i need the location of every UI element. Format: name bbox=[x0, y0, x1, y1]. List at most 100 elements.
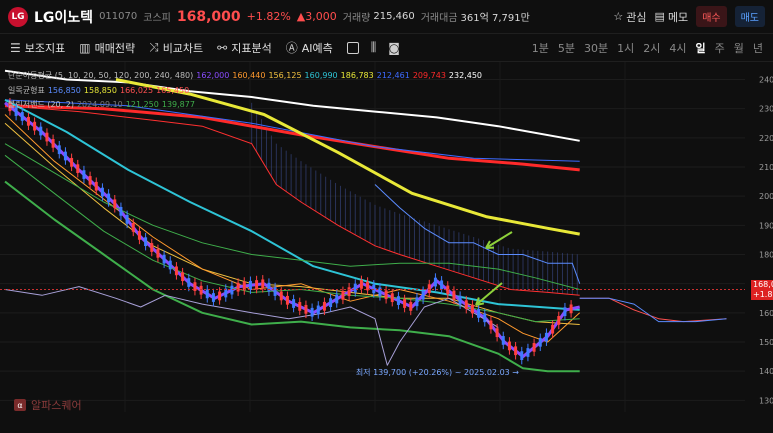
candle-body bbox=[501, 336, 505, 345]
tf-2h[interactable]: 2시 bbox=[643, 40, 660, 56]
amount-label: 거래대금 bbox=[420, 13, 458, 24]
candle-body bbox=[298, 302, 302, 311]
candle-body bbox=[199, 285, 203, 295]
header-bar: LG LG이노텍 011070 코스피 168,000 +1.82% ▲3,00… bbox=[0, 0, 773, 34]
y-tick-label: 230.0 bbox=[759, 105, 773, 114]
candle-body bbox=[520, 351, 524, 360]
alpha-icon: α bbox=[14, 399, 26, 411]
candle-body bbox=[458, 295, 462, 305]
candle-body bbox=[162, 254, 166, 264]
buy-button[interactable]: 매수 bbox=[696, 6, 727, 27]
tf-30min[interactable]: 30분 bbox=[584, 40, 608, 56]
tool-indicators[interactable]: ☰ 보조지표 bbox=[10, 40, 65, 56]
chart-svg[interactable]: 240.0230.0220.0210.0200.0190.0180.0170.0… bbox=[0, 62, 773, 433]
legend-title: 볼린저밴드 (20, 2) bbox=[8, 100, 74, 109]
candle-body bbox=[100, 187, 104, 197]
candle-body bbox=[335, 294, 339, 304]
tool-strategy[interactable]: ▥ 매매전략 bbox=[79, 40, 135, 56]
candle-body bbox=[88, 176, 92, 185]
watermark: α 알파스퀘어 bbox=[14, 397, 82, 413]
tf-year[interactable]: 년 bbox=[753, 40, 763, 56]
amount-value: 361억 7,791만 bbox=[460, 13, 530, 24]
legend-value: 165,450 bbox=[156, 86, 190, 95]
volume-value: 215,460 bbox=[373, 11, 415, 22]
candle-body bbox=[415, 297, 419, 307]
candle-body bbox=[347, 287, 351, 297]
y-tick-label: 180.0 bbox=[759, 251, 773, 260]
change-amount: ▲3,000 bbox=[296, 10, 337, 23]
low-annotation: 최저 139,700 (+20.26%) ~ 2025.02.03 → bbox=[356, 367, 519, 377]
candle-body bbox=[359, 280, 363, 289]
candle-body bbox=[131, 223, 135, 232]
memo-button[interactable]: ▤ 메모 bbox=[655, 9, 689, 25]
candle-body bbox=[316, 305, 320, 315]
candle-body bbox=[218, 291, 222, 301]
candle-body bbox=[452, 290, 456, 300]
candle-body bbox=[403, 299, 407, 308]
stock-name[interactable]: LG이노텍 bbox=[34, 7, 93, 27]
candle-icon[interactable]: ⫼ bbox=[371, 40, 377, 55]
y-tick-label: 200.0 bbox=[759, 192, 773, 201]
company-logo: LG bbox=[8, 6, 28, 27]
tf-month[interactable]: 월 bbox=[734, 40, 744, 56]
candle-body bbox=[168, 260, 172, 270]
candle-body bbox=[329, 298, 333, 307]
annotation-arrow bbox=[485, 231, 513, 249]
price-chart[interactable]: 240.0230.0220.0210.0200.0190.0180.0170.0… bbox=[0, 62, 773, 433]
tf-1min[interactable]: 1분 bbox=[532, 40, 549, 56]
candle-body bbox=[322, 301, 326, 311]
tf-4h[interactable]: 4시 bbox=[669, 40, 686, 56]
candle-body bbox=[551, 324, 555, 334]
legend-value: 166,025 bbox=[120, 86, 154, 95]
camera-icon[interactable]: ◙ bbox=[388, 41, 400, 55]
candle-body bbox=[470, 304, 474, 314]
tool-compare[interactable]: ⤨ 비교차트 bbox=[149, 40, 203, 56]
legend-value: 156,850 bbox=[47, 86, 81, 95]
tf-1h[interactable]: 1시 bbox=[617, 40, 634, 56]
candle-body bbox=[538, 337, 542, 347]
legend-value: 162,000 bbox=[196, 71, 230, 80]
candle-body bbox=[526, 348, 530, 357]
legend-value: 186,783 bbox=[340, 71, 374, 80]
legend-ichimoku: 일목균형표 156,850 158,850 166,025 165,450 bbox=[8, 85, 192, 96]
candle-body bbox=[353, 283, 357, 293]
candle-body bbox=[248, 280, 252, 290]
candle-body bbox=[563, 307, 567, 317]
candle-body bbox=[137, 231, 141, 240]
candle-body bbox=[273, 287, 277, 296]
legend-value: 121,250 bbox=[125, 100, 159, 109]
candle-body bbox=[464, 300, 468, 310]
candle-body bbox=[341, 290, 345, 300]
candle-body bbox=[150, 243, 154, 252]
candle-body bbox=[125, 214, 129, 224]
sell-button[interactable]: 매도 bbox=[734, 6, 765, 27]
legend-value: 160,440 bbox=[232, 71, 266, 80]
candle-body bbox=[45, 132, 49, 142]
series-line bbox=[579, 297, 727, 323]
watch-button[interactable]: ☆ 관심 bbox=[613, 9, 646, 25]
candle-body bbox=[107, 193, 111, 203]
candle-body bbox=[51, 139, 55, 148]
series-line bbox=[4, 122, 580, 325]
tf-5min[interactable]: 5분 bbox=[558, 40, 575, 56]
candle-body bbox=[304, 304, 308, 314]
candle-body bbox=[557, 316, 561, 325]
candle-body bbox=[477, 309, 481, 318]
candle-body bbox=[372, 284, 376, 294]
tool-ai[interactable]: Ⓐ AI예측 bbox=[286, 39, 333, 56]
candle-body bbox=[33, 121, 37, 131]
tf-week[interactable]: 주 bbox=[715, 40, 725, 56]
candle-body bbox=[119, 206, 123, 216]
legend-title: 단순이동평균 (5, 10, 20, 50, 120, 200, 240, 48… bbox=[8, 71, 194, 80]
tf-day[interactable]: 일 bbox=[696, 40, 706, 56]
tool-analysis[interactable]: ⚯ 지표분석 bbox=[217, 40, 272, 56]
candle-body bbox=[396, 296, 400, 305]
candle-body bbox=[236, 282, 240, 292]
candle-body bbox=[292, 299, 296, 308]
y-tick-label: 220.0 bbox=[759, 134, 773, 143]
candle-body bbox=[279, 291, 283, 301]
candle-body bbox=[261, 279, 265, 289]
square-icon[interactable] bbox=[346, 41, 359, 54]
legend-value: 212,461 bbox=[376, 71, 410, 80]
candle-body bbox=[440, 280, 444, 290]
